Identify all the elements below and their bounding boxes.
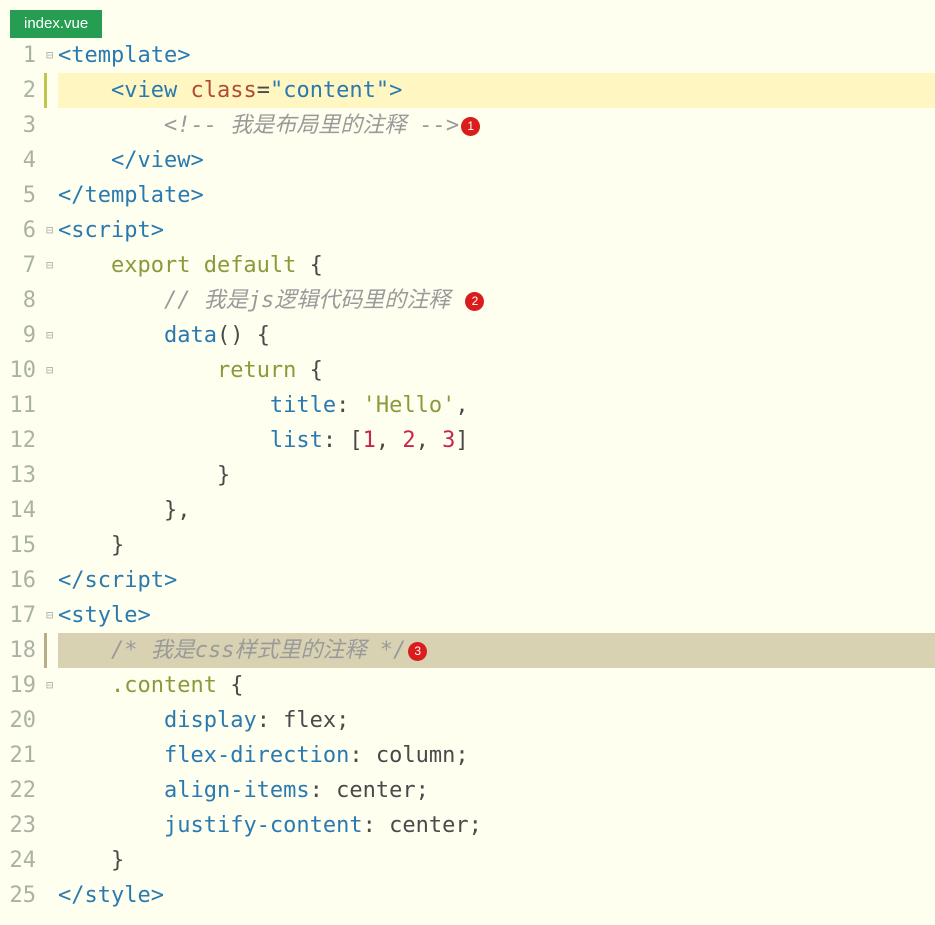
line-number: 15: [0, 528, 42, 563]
code-line[interactable]: list: [1, 2, 3]: [58, 423, 935, 458]
code-line[interactable]: export default {: [58, 248, 935, 283]
file-tab[interactable]: index.vue: [10, 10, 102, 38]
line-number: 4: [0, 143, 42, 178]
annotation-badge-3: 3: [408, 642, 427, 661]
code-line[interactable]: <script>: [58, 213, 935, 248]
code-editor[interactable]: 1 2 3 4 5 6 7 8 9 10 11 12 13 14 15 16 1…: [0, 38, 935, 913]
line-number: 17: [0, 598, 42, 633]
line-number: 20: [0, 703, 42, 738]
code-line[interactable]: <template>: [58, 38, 935, 73]
fold-gutter: ⊟ ⊟ ⊟ ⊟ ⊟ ⊟ ⊟: [46, 38, 58, 913]
code-line[interactable]: }: [58, 528, 935, 563]
code-line[interactable]: .content {: [58, 668, 935, 703]
code-line[interactable]: return {: [58, 353, 935, 388]
line-number: 25: [0, 878, 42, 913]
line-number: 21: [0, 738, 42, 773]
line-number: 18: [0, 633, 42, 668]
line-number: 3: [0, 108, 42, 143]
line-number: 16: [0, 563, 42, 598]
code-line[interactable]: flex-direction: column;: [58, 738, 935, 773]
line-number: 13: [0, 458, 42, 493]
fold-marker-icon[interactable]: ⊟: [46, 598, 58, 633]
code-area[interactable]: <template> <view class="content"> <!-- 我…: [58, 38, 935, 913]
code-line[interactable]: },: [58, 493, 935, 528]
code-line[interactable]: data() {: [58, 318, 935, 353]
line-number: 9: [0, 318, 42, 353]
tabbar: index.vue: [0, 0, 935, 38]
line-number: 6: [0, 213, 42, 248]
line-number: 2: [0, 73, 42, 108]
code-line[interactable]: </style>: [58, 878, 935, 913]
code-line[interactable]: title: 'Hello',: [58, 388, 935, 423]
line-number: 5: [0, 178, 42, 213]
code-line[interactable]: <!-- 我是布局里的注释 -->1: [58, 108, 935, 143]
code-line[interactable]: </template>: [58, 178, 935, 213]
line-number: 12: [0, 423, 42, 458]
code-line[interactable]: justify-content: center;: [58, 808, 935, 843]
line-number: 22: [0, 773, 42, 808]
line-number: 8: [0, 283, 42, 318]
code-line[interactable]: <style>: [58, 598, 935, 633]
fold-marker-icon[interactable]: ⊟: [46, 353, 58, 388]
line-number: 24: [0, 843, 42, 878]
code-line[interactable]: display: flex;: [58, 703, 935, 738]
code-line[interactable]: <view class="content">: [58, 73, 935, 108]
line-number: 10: [0, 353, 42, 388]
fold-marker-icon[interactable]: ⊟: [46, 248, 58, 283]
line-number: 1: [0, 38, 42, 73]
line-number: 11: [0, 388, 42, 423]
fold-marker-icon[interactable]: ⊟: [46, 668, 58, 703]
code-line[interactable]: }: [58, 843, 935, 878]
code-line[interactable]: /* 我是css样式里的注释 */3: [58, 633, 935, 668]
code-line[interactable]: // 我是js逻辑代码里的注释 2: [58, 283, 935, 318]
code-line[interactable]: </script>: [58, 563, 935, 598]
line-number-gutter: 1 2 3 4 5 6 7 8 9 10 11 12 13 14 15 16 1…: [0, 38, 46, 913]
code-line[interactable]: align-items: center;: [58, 773, 935, 808]
fold-marker-icon[interactable]: ⊟: [46, 318, 58, 353]
line-number: 14: [0, 493, 42, 528]
code-line[interactable]: </view>: [58, 143, 935, 178]
annotation-badge-2: 2: [465, 292, 484, 311]
annotation-badge-1: 1: [461, 117, 480, 136]
code-line[interactable]: }: [58, 458, 935, 493]
line-number: 19: [0, 668, 42, 703]
line-number: 7: [0, 248, 42, 283]
line-number: 23: [0, 808, 42, 843]
fold-marker-icon[interactable]: ⊟: [46, 38, 58, 73]
fold-marker-icon[interactable]: ⊟: [46, 213, 58, 248]
